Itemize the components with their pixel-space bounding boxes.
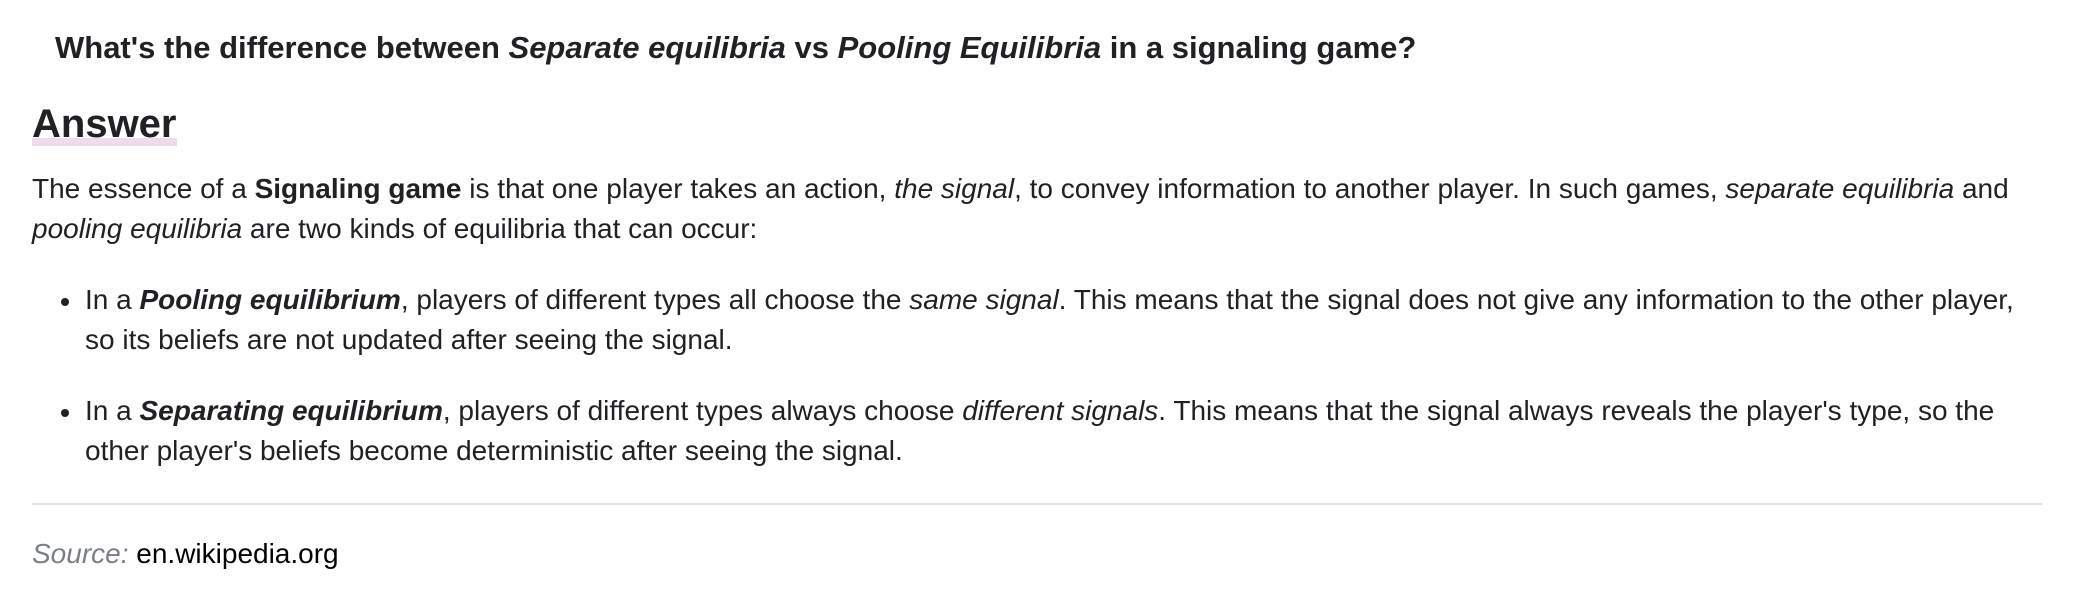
intro-term-the-signal: the signal bbox=[894, 173, 1015, 204]
source-link[interactable]: en.wikipedia.org bbox=[136, 538, 338, 569]
section-divider bbox=[32, 503, 2042, 505]
question-text: in a signaling game? bbox=[1101, 30, 1417, 65]
bullet-term-different-signals: different signals bbox=[962, 395, 1159, 426]
bullet-text: In a bbox=[85, 395, 140, 426]
intro-text: is that one player takes an action, bbox=[461, 173, 895, 204]
bullet-text: In a bbox=[85, 284, 140, 315]
bullet-dot-icon bbox=[61, 298, 69, 306]
bullet-term-separating-equilibrium: Separating equilibrium bbox=[139, 395, 443, 426]
intro-term-pooling-equilibria: pooling equilibria bbox=[32, 213, 243, 244]
intro-text: , to convey information to another playe… bbox=[1014, 173, 1726, 204]
question-term-separate: Separate equilibria bbox=[508, 30, 786, 65]
bullet-term-same-signal: same signal bbox=[909, 284, 1059, 315]
question-term-pooling: Pooling Equilibria bbox=[837, 30, 1102, 65]
intro-text: The essence of a bbox=[32, 173, 255, 204]
intro-text: are two kinds of equilibria that can occ… bbox=[242, 213, 758, 244]
answer-heading-text: Answer bbox=[32, 102, 177, 146]
answer-intro-paragraph: The essence of a Signaling game is that … bbox=[32, 169, 2042, 249]
bullet-term-pooling-equilibrium: Pooling equilibrium bbox=[139, 284, 401, 315]
bullet-text: , players of different types all choose … bbox=[400, 284, 910, 315]
bullet-dot-icon bbox=[61, 409, 69, 417]
answer-heading: Answer bbox=[32, 100, 177, 148]
bullet-text: , players of different types always choo… bbox=[442, 395, 963, 426]
source-line: Source: en.wikipedia.org bbox=[32, 536, 339, 572]
equilibria-list: In a Pooling equilibrium, players of dif… bbox=[32, 280, 2042, 471]
intro-term-signaling-game: Signaling game bbox=[254, 173, 462, 204]
intro-term-separate-equilibria: separate equilibria bbox=[1725, 173, 1955, 204]
list-item-separating: In a Separating equilibrium, players of … bbox=[32, 391, 2042, 471]
question-title: What's the difference between Separate e… bbox=[55, 28, 1416, 68]
question-text: vs bbox=[785, 30, 838, 65]
intro-text: and bbox=[1954, 173, 2009, 204]
source-label: Source: bbox=[32, 538, 129, 569]
list-item-pooling: In a Pooling equilibrium, players of dif… bbox=[32, 280, 2042, 360]
question-text: What's the difference between bbox=[55, 30, 509, 65]
